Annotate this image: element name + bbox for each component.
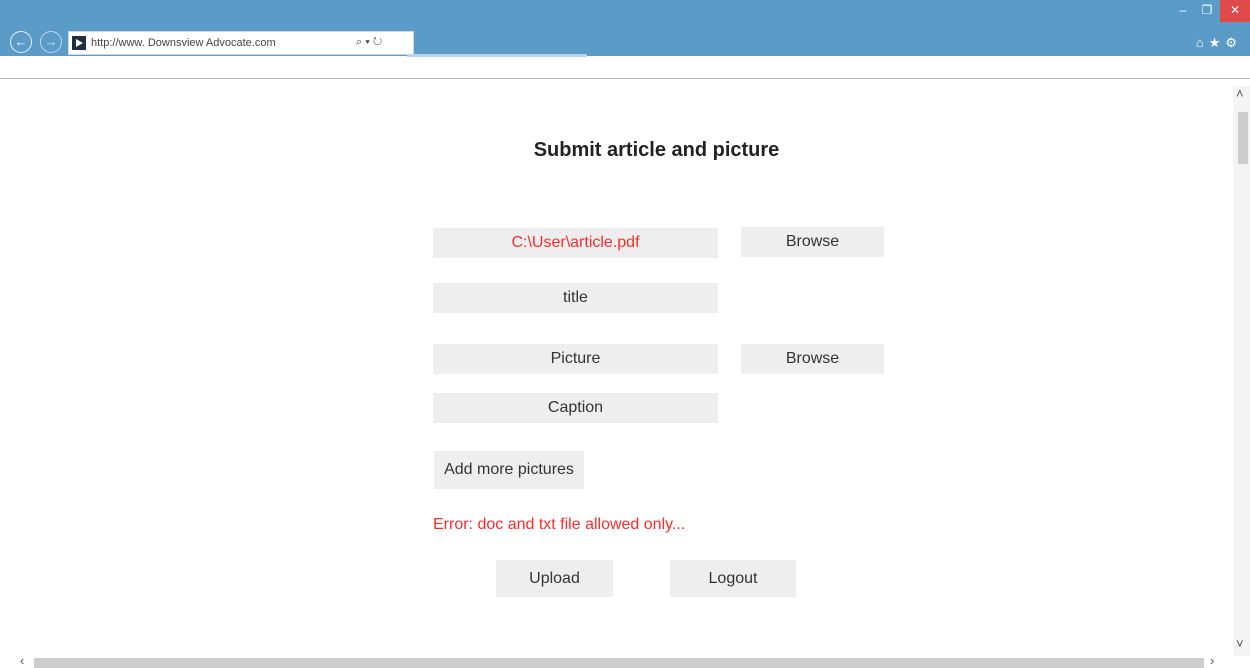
back-icon: ← (14, 34, 28, 49)
scroll-right-icon[interactable]: › (1210, 653, 1214, 668)
vertical-scroll-thumb[interactable] (1238, 112, 1248, 164)
browser-tools: ⌂★⚙ (1196, 35, 1242, 51)
address-bar[interactable]: http://www. Downsview Advocate.com ⌕ ▾ ↻ (68, 31, 414, 55)
logout-button[interactable]: Logout (670, 560, 796, 597)
back-button[interactable]: ← (10, 31, 32, 53)
chrome-separator (0, 78, 1250, 79)
home-icon[interactable]: ⌂ (1196, 35, 1209, 50)
horizontal-scroll-thumb[interactable] (34, 658, 1204, 668)
upload-button[interactable]: Upload (496, 560, 613, 597)
caption-field[interactable]: Caption (433, 393, 718, 423)
search-refresh-icon[interactable]: ⌕ ▾ ↻ (356, 36, 382, 49)
address-url[interactable]: http://www. Downsview Advocate.com (91, 37, 276, 49)
scroll-up-icon[interactable]: ˄ (1236, 86, 1244, 101)
browse-article-button[interactable]: Browse (741, 227, 884, 257)
favorites-star-icon[interactable]: ★ (1209, 35, 1226, 50)
browser-chrome: ← → http://www. Downsview Advocate.com ⌕… (0, 0, 1250, 78)
restore-button[interactable]: ❐ (1196, 0, 1218, 22)
close-icon: ✕ (1229, 3, 1241, 17)
article-file-field[interactable]: C:\User\article.pdf (433, 228, 718, 258)
title-field[interactable]: title (433, 283, 718, 313)
restore-icon: ❐ (1201, 3, 1213, 17)
scroll-down-icon[interactable]: ˅ (1236, 636, 1244, 651)
minimize-icon: ‒ (1179, 3, 1187, 17)
settings-gear-icon[interactable]: ⚙ (1225, 35, 1242, 50)
tab-indicator (407, 54, 587, 57)
vertical-scrollbar[interactable]: ˄ ˅ (1233, 86, 1250, 656)
site-favicon-icon (72, 36, 86, 50)
horizontal-scrollbar[interactable]: ‹ › (0, 653, 1233, 668)
close-button[interactable]: ✕ (1220, 0, 1250, 22)
picture-field[interactable]: Picture (433, 344, 718, 374)
forward-icon: → (44, 34, 58, 49)
scroll-left-icon[interactable]: ‹ (20, 653, 24, 668)
page-title: Submit article and picture (533, 139, 780, 161)
error-message: Error: doc and txt file allowed only... (433, 516, 686, 533)
add-more-pictures-button[interactable]: Add more pictures (434, 451, 584, 489)
browse-picture-button[interactable]: Browse (741, 344, 884, 374)
forward-button[interactable]: → (40, 31, 62, 53)
minimize-button[interactable]: ‒ (1172, 0, 1194, 22)
